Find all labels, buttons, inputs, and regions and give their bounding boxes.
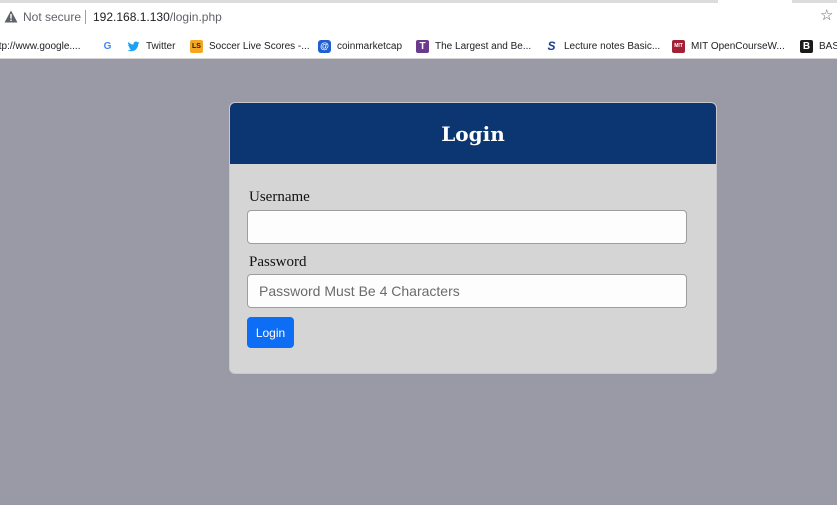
bookmark-label: ttp://www.google.... <box>0 40 81 52</box>
bookmark-label: Lecture notes Basic... <box>564 40 661 52</box>
url-host: 192.168.1.130 <box>93 10 170 24</box>
warning-icon[interactable] <box>4 10 18 23</box>
bookmark-mit-opencourseware[interactable]: MIT MIT OpenCourseW... <box>672 38 785 54</box>
url-field[interactable]: 192.168.1.130/login.php <box>93 10 222 24</box>
bookmark-twitter[interactable]: Twitter <box>127 38 175 54</box>
login-title: Login <box>441 121 505 146</box>
livescore-icon: LS <box>190 39 203 53</box>
bookmarks-bar: ttp://www.google.... G Twitter LS Soccer… <box>0 33 837 59</box>
bookmark-label: coinmarketcap <box>337 40 403 52</box>
coinmarketcap-icon: @ <box>318 39 331 53</box>
bookmark-largest-and-best[interactable]: T The Largest and Be... <box>416 38 531 54</box>
url-path: /login.php <box>169 10 222 24</box>
bookmark-label: The Largest and Be... <box>435 40 532 52</box>
tab-strip-edge-right <box>792 0 837 3</box>
bookmark-label: BAS <box>819 40 837 52</box>
bookmark-google-url[interactable]: ttp://www.google.... <box>0 38 81 54</box>
bookmark-label: Soccer Live Scores -... <box>209 40 310 52</box>
bookmark-google[interactable]: G <box>101 38 120 54</box>
bookmark-lecture-notes[interactable]: S Lecture notes Basic... <box>545 38 660 54</box>
mit-icon: MIT <box>672 39 685 53</box>
twitter-icon <box>127 41 140 51</box>
login-button[interactable]: Login <box>247 317 294 348</box>
bookmark-star-icon[interactable]: ☆ <box>820 8 833 24</box>
bookmark-label: Twitter <box>146 40 176 52</box>
password-label: Password <box>249 254 307 270</box>
username-input[interactable] <box>247 210 687 244</box>
t-icon: T <box>416 39 429 53</box>
login-card: Login Username Password Login <box>229 102 717 374</box>
google-icon: G <box>103 40 112 52</box>
address-divider <box>85 10 86 24</box>
bookmark-soccer-live-scores[interactable]: LS Soccer Live Scores -... <box>190 38 310 54</box>
bookmark-label: MIT OpenCourseW... <box>691 40 785 52</box>
username-label: Username <box>249 189 310 205</box>
bookmark-coinmarketcap[interactable]: @ coinmarketcap <box>318 38 402 54</box>
bas-icon: B <box>800 39 813 53</box>
address-bar: Not secure 192.168.1.130/login.php ☆ <box>0 0 837 33</box>
bookmark-bas[interactable]: B BAS <box>800 38 837 54</box>
tab-strip-edge <box>0 0 718 3</box>
login-card-header: Login <box>230 103 716 164</box>
password-input[interactable] <box>247 274 687 308</box>
s-icon: S <box>547 38 556 53</box>
security-status[interactable]: Not secure <box>23 10 81 24</box>
